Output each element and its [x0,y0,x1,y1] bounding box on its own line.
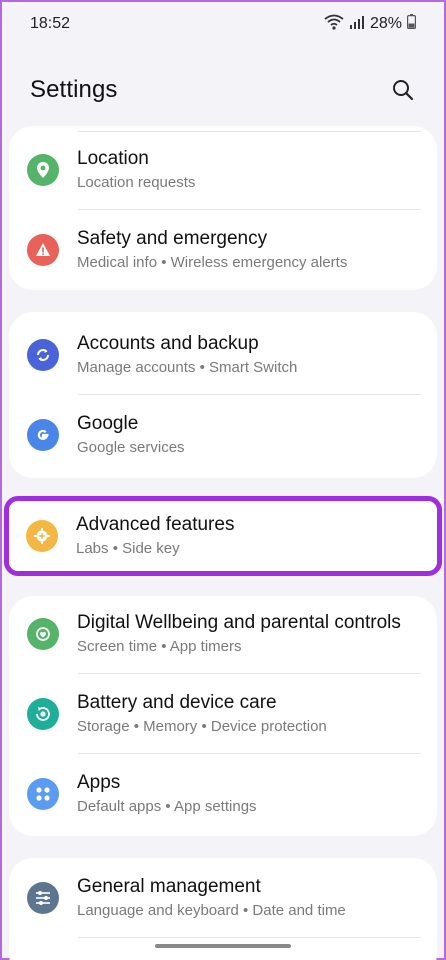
settings-item-location[interactable]: Location Location requests [9,130,437,210]
settings-item-advanced-features[interactable]: Advanced features Labs • Side key [4,496,442,576]
item-texts: Safety and emergency Medical info • Wire… [77,226,347,274]
item-title: Advanced features [76,514,235,535]
item-title: Accounts and backup [77,333,259,354]
settings-item-apps[interactable]: Apps Default apps • App settings [9,754,437,834]
item-title: General management [77,876,261,897]
device-care-icon [27,698,59,730]
settings-item-battery-device-care[interactable]: Battery and device care Storage • Memory… [9,674,437,754]
settings-card-3: Digital Wellbeing and parental controls … [9,596,437,836]
signal-icon [349,15,365,34]
item-subtitle: Default apps • App settings [77,798,257,815]
item-title: Battery and device care [77,692,277,713]
settings-item-accounts[interactable]: Accounts and backup Manage accounts • Sm… [9,315,437,395]
item-title: Digital Wellbeing and parental controls [77,612,401,633]
home-indicator[interactable] [155,944,291,948]
item-texts: General management Language and keyboard… [77,874,346,922]
settings-item-general-management[interactable]: General management Language and keyboard… [9,858,437,938]
apps-grid-icon [27,778,59,810]
divider [78,937,421,938]
item-texts: Location Location requests [77,146,195,194]
item-subtitle: Manage accounts • Smart Switch [77,359,298,376]
item-title: Google [77,413,139,434]
alert-icon [27,234,59,266]
search-button[interactable] [388,75,418,105]
wifi-icon [324,14,344,35]
settings-card-1: Location Location requests Safety and em… [9,126,437,290]
item-texts: Digital Wellbeing and parental controls … [77,610,401,658]
sync-icon [27,339,59,371]
settings-item-safety[interactable]: Safety and emergency Medical info • Wire… [9,210,437,290]
item-subtitle: Screen time • App timers [77,638,242,655]
google-g-icon [27,419,59,451]
battery-icon [407,14,417,34]
item-subtitle: Language and keyboard • Date and time [77,902,346,919]
item-subtitle: Storage • Memory • Device protection [77,718,327,735]
battery-percent: 28% [369,15,402,32]
item-texts: Apps Default apps • App settings [77,770,257,818]
item-subtitle: Labs • Side key [76,540,180,557]
gear-plus-icon [26,520,58,552]
search-icon [393,80,414,101]
item-subtitle: Location requests [77,174,196,191]
item-title: Safety and emergency [77,228,268,249]
location-pin-icon [27,154,59,186]
status-bar: 18:52 28% [2,2,444,46]
item-texts: Battery and device care Storage • Memory… [77,690,327,738]
item-title: Apps [77,772,121,793]
status-icons: 28% [324,14,417,35]
item-texts: Accounts and backup Manage accounts • Sm… [77,331,297,379]
item-subtitle: Google services [77,439,185,456]
settings-item-google[interactable]: Google Google services [9,395,437,475]
header: Settings [30,64,418,116]
page-title: Settings [30,76,118,103]
settings-item-digital-wellbeing[interactable]: Digital Wellbeing and parental controls … [9,596,437,674]
item-title: Location [77,148,149,169]
item-texts: Advanced features Labs • Side key [76,512,234,560]
wellbeing-heart-icon [27,618,59,650]
sliders-icon [27,882,59,914]
item-subtitle: Medical info • Wireless emergency alerts [77,254,348,271]
status-time: 18:52 [30,15,71,32]
item-texts: Google Google services [77,411,185,459]
settings-card-2: Accounts and backup Manage accounts • Sm… [9,312,437,478]
